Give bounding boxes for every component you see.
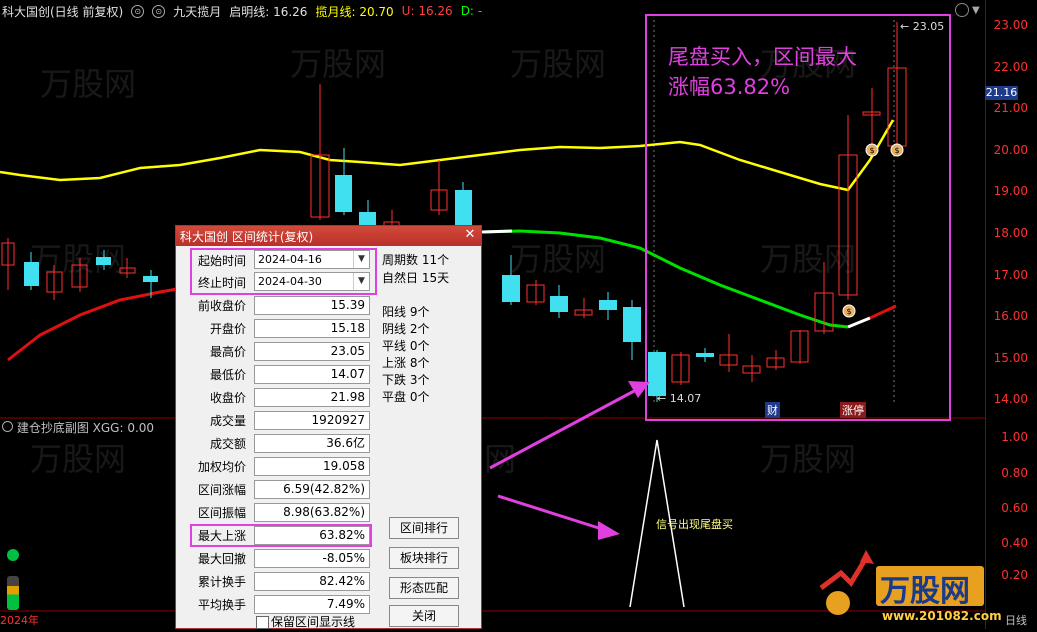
site-logo: 万股网 www.201082.com [816,548,1002,629]
stat-value: 14.07 [254,365,370,384]
stat-value: 6.59(42.82%) [254,480,370,499]
indicator-name[interactable]: 九天揽月 [173,3,221,20]
volume-level-icon [7,576,19,610]
chevron-down-icon[interactable]: ▼ [972,5,980,16]
sub-y-tick: 0.20 [1001,568,1028,582]
keep-display-checkbox[interactable] [256,616,269,629]
flat-lines-count: 平线 0个 [382,339,430,353]
keep-display-label: 保留区间显示线 [271,615,356,629]
stat-label: 区间涨幅 [197,483,246,497]
interval-stats-dialog[interactable]: 科大国创 区间统计(复权) ✕ 起始时间 2024-04-16 ▼ 终止时间 20… [175,225,482,629]
chart-settings-icon[interactable]: ⊙ [131,4,145,18]
sector-rank-button[interactable]: 板块排行 [389,547,459,569]
stat-value: 19.058 [254,457,370,476]
annotation-line1: 尾盘买入，区间最大 [668,45,857,69]
u-value: 16.26 [418,4,453,18]
stat-value: 23.05 [254,342,370,361]
stat-value: 7.49% [254,595,370,614]
period-count: 周期数 11个 [382,253,450,267]
d-label: D: [460,4,474,18]
svg-text:万股网: 万股网 [510,45,606,83]
svg-text:万股网: 万股网 [290,45,386,83]
sub-y-tick: 0.40 [1001,536,1028,550]
y-tick: 16.00 [993,309,1028,323]
sub-y-tick: 1.00 [1001,430,1028,444]
flat-count: 平盘 0个 [382,390,430,404]
date-highlight-box [190,248,377,295]
stat-label: 最大回撤 [197,552,246,566]
y-tick: 17.00 [993,268,1028,282]
svg-text:万股网: 万股网 [40,65,136,103]
stat-value: -8.05% [254,549,370,568]
stat-label: 成交额 [209,437,246,451]
max-rise-highlight-box [190,524,372,547]
y-tick: 14.00 [993,392,1028,406]
stat-label: 前收盘价 [197,299,246,313]
up-lines-count: 阳线 9个 [382,305,430,319]
y-tick: 15.00 [993,351,1028,365]
indicator-toggle-icon[interactable]: ⊙ [152,4,166,18]
grab-value: 20.70 [359,4,394,19]
logo-url: www.201082.com [882,609,1002,623]
y-tick: 23.00 [993,18,1028,32]
rise-count: 上涨 8个 [382,356,430,370]
stat-label: 累计换手 [197,575,246,589]
stat-label: 最高价 [209,345,246,359]
close-icon[interactable]: ✕ [463,228,477,242]
dialog-title[interactable]: 科大国创 区间统计(复权) [176,226,481,246]
zoom-icon[interactable] [955,3,969,17]
stat-label: 平均换手 [197,598,246,612]
down-lines-count: 阴线 2个 [382,322,430,336]
stock-title[interactable]: 科大国创(日线 前复权) [2,3,123,20]
annotation-line2: 涨幅63.82% [668,75,791,99]
stat-label: 加权均价 [197,460,246,474]
stat-value: 8.98(63.82%) [254,503,370,522]
sub-settings-icon[interactable] [2,421,13,432]
grab-label: 揽月线: [315,4,356,19]
stat-value: 15.39 [254,296,370,315]
sub-chart-title-text: 建仓抄底副图 XGG: 0.00 [16,421,155,435]
period-label[interactable]: 日线 [1005,612,1027,628]
ma-red-line [7,283,201,362]
signal-text: 信号出现尾盘买 [656,518,733,531]
status-dot-green [7,549,19,561]
stat-label: 收盘价 [209,391,246,405]
stat-value: 36.6亿 [254,434,370,453]
current-price-tag: 21.16 [985,86,1018,100]
stat-value: 1920927 [254,411,370,430]
launch-label: 启明线: [229,4,270,19]
sub-y-tick: 0.60 [1001,501,1028,515]
svg-text:万股网: 万股网 [760,440,856,478]
pattern-match-button[interactable]: 形态匹配 [389,577,459,599]
range-rank-button[interactable]: 区间排行 [389,517,459,539]
stat-label: 开盘价 [209,322,246,336]
y-tick: 18.00 [993,226,1028,240]
d-value: - [477,4,483,18]
u-label: U: [401,4,415,18]
svg-text:万股网: 万股网 [30,440,126,478]
stat-value: 15.18 [254,319,370,338]
y-tick: 19.00 [993,184,1028,198]
sub-y-tick: 0.80 [1001,466,1028,480]
fall-count: 下跌 3个 [382,373,430,387]
y-tick: 22.00 [993,60,1028,74]
stat-label: 最低价 [209,368,246,382]
stat-label: 区间振幅 [197,506,246,520]
close-button[interactable]: 关闭 [389,605,459,627]
sub-chart-title: 建仓抄底副图 XGG: 0.00 [2,419,154,436]
y-tick: 21.00 [993,101,1028,115]
stat-value: 82.42% [254,572,370,591]
y-tick: 20.00 [993,143,1028,157]
ma-white-seg [481,229,513,234]
date-year: 2024年 [0,614,39,627]
launch-value: 16.26 [273,4,308,19]
logo-text: 万股网 [880,574,970,609]
stat-value: 21.98 [254,388,370,407]
stat-label: 成交量 [209,414,246,428]
natural-days: 自然日 15天 [382,271,450,285]
svg-text:万股网: 万股网 [510,240,606,278]
svg-text:万股网: 万股网 [30,240,126,278]
